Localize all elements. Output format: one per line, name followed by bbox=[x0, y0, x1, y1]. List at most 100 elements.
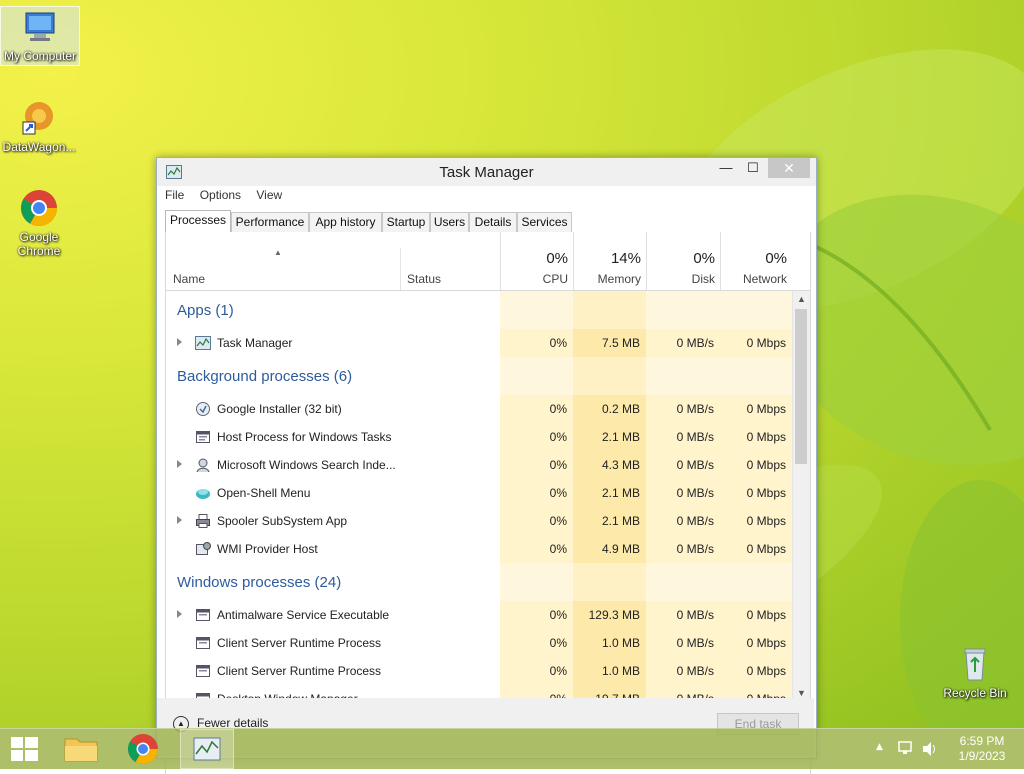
close-button[interactable]: ✕ bbox=[768, 158, 810, 178]
task-manager-icon bbox=[193, 737, 221, 761]
process-cpu: 0% bbox=[500, 329, 573, 357]
process-disk: 0 MB/s bbox=[646, 329, 720, 357]
sort-arrow-icon: ▲ bbox=[274, 248, 282, 257]
process-name: Google Installer (32 bit) bbox=[217, 402, 342, 416]
table-row[interactable]: WMI Provider Host 0% 4.9 MB 0 MB/s 0 Mbp… bbox=[166, 535, 792, 563]
taskbar: ▲ 6:59 PM 1/9/2023 bbox=[0, 728, 1024, 769]
column-network[interactable]: 0% Network bbox=[720, 232, 793, 290]
process-network: 0 Mbps bbox=[720, 507, 792, 535]
desktop-icon-recycle-bin[interactable]: Recycle Bin bbox=[936, 644, 1014, 700]
tab-performance[interactable]: Performance bbox=[231, 212, 309, 232]
desktop-icon-label: Google Chrome bbox=[17, 230, 61, 258]
column-status[interactable]: Status bbox=[407, 272, 441, 286]
disk-total: 0% bbox=[693, 250, 715, 267]
chrome-icon bbox=[19, 188, 59, 228]
table-row[interactable]: Host Process for Windows Tasks 0% 2.1 MB… bbox=[166, 423, 792, 451]
process-cpu: 0% bbox=[500, 657, 573, 685]
title-bar[interactable]: Task Manager — ☐ ✕ bbox=[157, 158, 816, 186]
desktop-icon-datawagon[interactable]: DataWagon... bbox=[0, 98, 78, 154]
maximize-button[interactable]: ☐ bbox=[740, 158, 766, 178]
column-name[interactable]: Name bbox=[173, 272, 205, 286]
volume-tray-icon[interactable] bbox=[920, 729, 940, 769]
taskbar-file-explorer[interactable] bbox=[56, 729, 106, 769]
menu-file[interactable]: File bbox=[165, 188, 184, 202]
column-disk[interactable]: 0% Disk bbox=[646, 232, 721, 290]
process-memory: 129.3 MB bbox=[573, 601, 646, 629]
table-row[interactable]: Client Server Runtime Process 0% 1.0 MB … bbox=[166, 629, 792, 657]
desktop-icon-my-computer[interactable]: My Computer bbox=[0, 6, 80, 66]
printer-icon bbox=[196, 514, 210, 528]
group-header-apps: Apps (1) bbox=[166, 291, 792, 329]
process-disk: 0 MB/s bbox=[646, 395, 720, 423]
tab-users[interactable]: Users bbox=[430, 212, 469, 232]
process-name: Task Manager bbox=[217, 336, 293, 350]
process-cpu: 0% bbox=[500, 423, 573, 451]
process-disk: 0 MB/s bbox=[646, 629, 720, 657]
tab-services[interactable]: Services bbox=[517, 212, 572, 232]
installer-icon bbox=[196, 402, 210, 416]
cpu-label: CPU bbox=[542, 272, 568, 286]
process-network: 0 Mbps bbox=[720, 629, 792, 657]
menu-view[interactable]: View bbox=[256, 188, 282, 202]
column-memory[interactable]: 14% Memory bbox=[573, 232, 647, 290]
network-total: 0% bbox=[765, 250, 787, 267]
tab-bar: Processes Performance App history Startu… bbox=[165, 210, 809, 233]
group-header-background: Background processes (6) bbox=[166, 357, 792, 395]
wmi-icon bbox=[196, 542, 211, 555]
task-manager-window: Task Manager — ☐ ✕ File Options View Pro… bbox=[156, 157, 817, 774]
menu-bar: File Options View bbox=[165, 188, 294, 206]
expand-arrow-icon[interactable] bbox=[177, 516, 182, 524]
computer-icon bbox=[20, 7, 60, 47]
tab-processes[interactable]: Processes bbox=[165, 210, 231, 233]
process-network: 0 Mbps bbox=[720, 479, 792, 507]
taskbar-clock[interactable]: 6:59 PM 1/9/2023 bbox=[952, 734, 1012, 764]
minimize-button[interactable]: — bbox=[713, 158, 739, 178]
network-tray-icon[interactable] bbox=[896, 729, 916, 769]
process-memory: 4.9 MB bbox=[573, 535, 646, 563]
window-process-icon bbox=[196, 431, 210, 443]
expand-arrow-icon[interactable] bbox=[177, 338, 182, 346]
desktop-icon-label: My Computer bbox=[3, 49, 77, 63]
start-button[interactable] bbox=[0, 729, 50, 769]
process-disk: 0 MB/s bbox=[646, 451, 720, 479]
table-row[interactable]: Google Installer (32 bit) 0% 0.2 MB 0 MB… bbox=[166, 395, 792, 423]
tab-startup[interactable]: Startup bbox=[382, 212, 430, 232]
tab-app-history[interactable]: App history bbox=[309, 212, 382, 232]
table-row[interactable]: Spooler SubSystem App 0% 2.1 MB 0 MB/s 0… bbox=[166, 507, 792, 535]
tab-details[interactable]: Details bbox=[469, 212, 517, 232]
desktop-icon-label: Recycle Bin bbox=[943, 686, 1007, 700]
desktop-icon-google-chrome[interactable]: Google Chrome bbox=[0, 188, 78, 258]
process-cpu: 0% bbox=[500, 629, 573, 657]
process-disk: 0 MB/s bbox=[646, 535, 720, 563]
expand-arrow-icon[interactable] bbox=[177, 610, 182, 618]
search-indexer-icon bbox=[196, 458, 210, 473]
process-cpu: 0% bbox=[500, 479, 573, 507]
network-icon bbox=[898, 741, 912, 754]
process-network: 0 Mbps bbox=[720, 601, 792, 629]
windows-logo-icon bbox=[11, 737, 38, 761]
process-list: Apps (1) Task Manager 0% 7.5 MB 0 MB/s 0… bbox=[166, 291, 792, 701]
column-cpu[interactable]: 0% CPU bbox=[500, 232, 574, 290]
recycle-bin-icon bbox=[955, 644, 995, 684]
taskbar-google-chrome[interactable] bbox=[118, 729, 168, 769]
disk-label: Disk bbox=[691, 272, 715, 286]
process-name: Microsoft Windows Search Inde... bbox=[217, 458, 396, 472]
table-row[interactable]: Microsoft Windows Search Inde... 0% 4.3 … bbox=[166, 451, 792, 479]
process-cpu: 0% bbox=[500, 535, 573, 563]
expand-arrow-icon[interactable] bbox=[177, 460, 182, 468]
desktop-icon-label: DataWagon... bbox=[2, 140, 76, 154]
menu-options[interactable]: Options bbox=[200, 188, 241, 202]
column-separator bbox=[400, 248, 401, 290]
process-name: Client Server Runtime Process bbox=[217, 636, 382, 650]
taskbar-task-manager[interactable] bbox=[180, 729, 234, 769]
scroll-up-icon[interactable]: ▲ bbox=[793, 291, 810, 307]
table-row[interactable]: Open-Shell Menu 0% 2.1 MB 0 MB/s 0 Mbps bbox=[166, 479, 792, 507]
table-row[interactable]: Task Manager 0% 7.5 MB 0 MB/s 0 Mbps bbox=[166, 329, 792, 357]
scroll-thumb[interactable] bbox=[795, 309, 807, 464]
table-row[interactable]: Client Server Runtime Process 0% 1.0 MB … bbox=[166, 657, 792, 685]
table-row[interactable]: Antimalware Service Executable 0% 129.3 … bbox=[166, 601, 792, 629]
process-name: Host Process for Windows Tasks bbox=[217, 430, 392, 444]
chevron-up-icon: ▲ bbox=[876, 742, 883, 752]
vertical-scrollbar[interactable]: ▲ ▼ bbox=[792, 291, 810, 701]
memory-total: 14% bbox=[610, 250, 641, 267]
